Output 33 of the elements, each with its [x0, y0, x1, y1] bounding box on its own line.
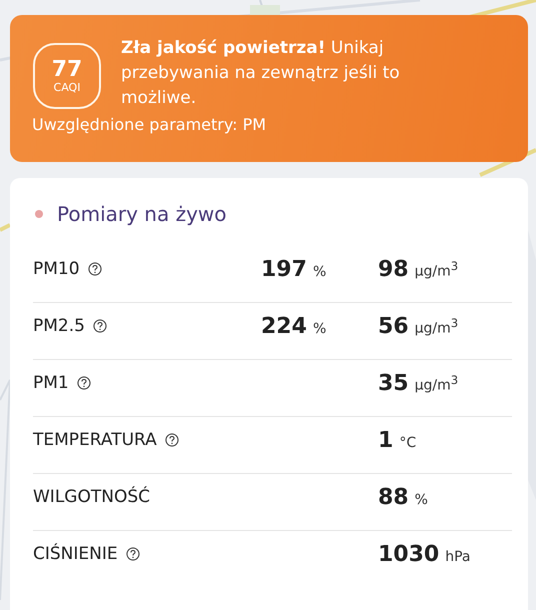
parameter-label: PM1 [33, 373, 69, 393]
help-icon[interactable] [76, 376, 91, 390]
parameters-text: Uwzględnione parametry: PM [32, 114, 268, 136]
help-icon[interactable] [88, 262, 102, 276]
measurement-unit: hPa [445, 548, 470, 564]
help-icon[interactable] [92, 319, 107, 333]
measurement-value: 35 [378, 370, 409, 396]
measurement-value: 1 [378, 428, 394, 452]
percent-unit: % [312, 320, 326, 336]
help-icon[interactable] [164, 433, 179, 447]
measurement-value: 56 [378, 314, 409, 338]
measurement-unit: % [414, 492, 428, 508]
alert-message: Zła jakość powietrza! Unikaj przebywania na zewnątrz jeśli to możliwe. [121, 37, 401, 110]
measurement-unit: °C [399, 434, 416, 450]
measurement-unit: µg/m$^{3}$ [414, 372, 458, 394]
help-icon[interactable] [126, 547, 140, 561]
bullet-dot [35, 210, 43, 218]
parameter-label: PM10 [33, 259, 80, 279]
parameter-label: PM2.5 [33, 316, 85, 336]
measurement-unit: µg/m$^{3}$ [414, 258, 458, 280]
measurement-value: 1030 [378, 542, 440, 566]
parameter-label: TEMPERATURA [33, 430, 157, 450]
percent-value: 224 [261, 314, 307, 338]
parameter-label: CIŚNIENIE [33, 544, 118, 564]
parameter-label: WILGOTNOŚĆ [33, 487, 150, 507]
measurement-value: 88 [378, 484, 409, 510]
measurement-value: 98 [378, 256, 409, 282]
percent-unit: % [312, 264, 326, 280]
index-unit: CAQI [54, 80, 80, 94]
measurement-unit: µg/m$^{3}$ [414, 316, 458, 336]
percent-value: 197 [261, 256, 307, 282]
section-title: Pomiary na żywo [57, 202, 227, 226]
index-value: 77 [52, 58, 82, 80]
